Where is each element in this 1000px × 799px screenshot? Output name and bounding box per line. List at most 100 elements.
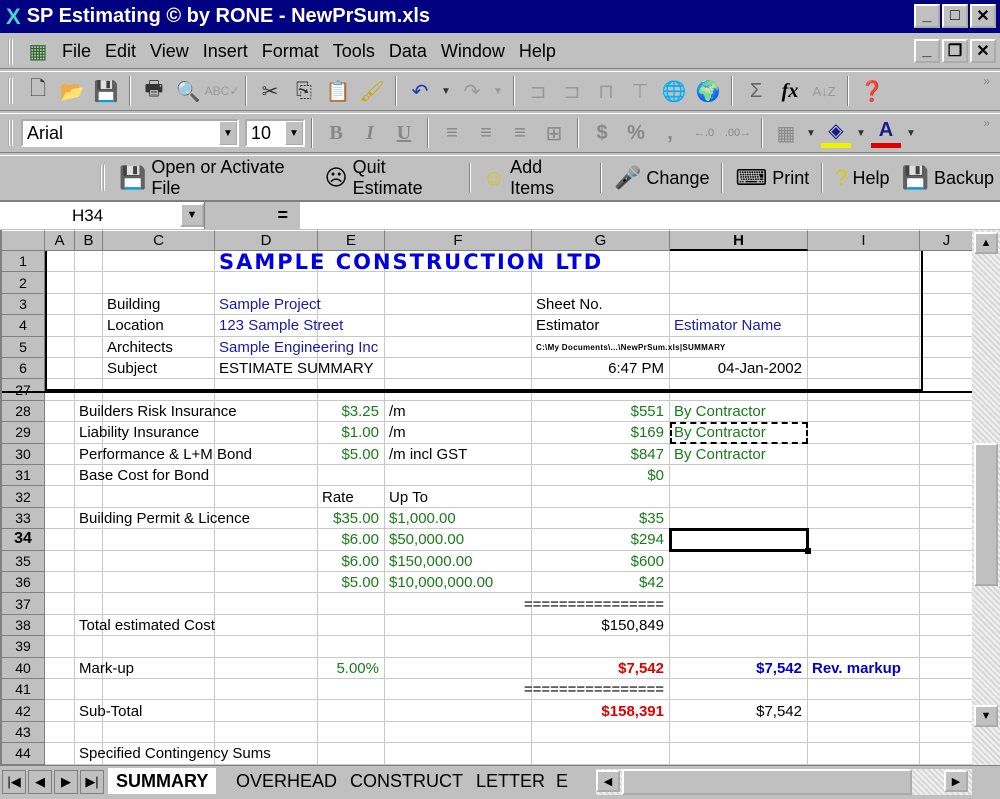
time-value[interactable]: 6:47 PM [532,358,670,379]
trace-error-icon[interactable]: ⊤ [625,76,655,106]
column-header-c[interactable]: C [103,230,215,251]
next-sheet-button[interactable]: ▶ [54,770,78,794]
rate-header[interactable]: Rate [318,486,385,507]
row-header-2[interactable]: 2 [2,272,45,294]
row42-label[interactable]: Sub-Total [75,700,318,721]
column-header-b[interactable]: B [75,230,103,251]
comma-button[interactable]: , [655,118,685,148]
underline-button[interactable]: U [389,118,419,148]
row34-rate[interactable]: $6.00 [318,529,385,550]
function-icon[interactable]: fx [775,76,805,106]
row33-rate[interactable]: $35.00 [318,508,385,529]
row-header-1[interactable]: 1 [2,251,45,273]
hyperlink-icon[interactable]: 🌐 [659,76,689,106]
formula-input[interactable] [300,202,1000,229]
paste-icon[interactable]: 📋 [323,76,353,106]
chevron-down-icon[interactable]: ▼ [180,203,204,227]
row42-h-amount[interactable]: $7,542 [670,700,808,721]
scroll-left-button[interactable]: ◀ [596,770,620,792]
merge-center-icon[interactable]: ⊞ [539,118,569,148]
row29-label[interactable]: Liability Insurance [75,422,318,443]
row38-label[interactable]: Total estimated Cost [75,615,318,636]
row-header-33[interactable]: 33 [2,507,45,530]
spreadsheet-grid[interactable]: A B C D E F G H I J 1 2 3 4 5 6 27 28 29 30 31 32 33 34 35 36 37 38… [0,230,972,765]
row44-label[interactable]: Specified Contingency Sums [75,743,318,764]
doc-minimize-button[interactable]: _ [914,39,940,63]
copy-icon[interactable]: ⎘ [289,76,319,106]
row28-unit[interactable]: /m [385,401,532,422]
increase-decimal-icon[interactable]: ←.0 [689,118,719,148]
tab-letter[interactable]: LETTER [468,768,553,794]
row-header-28[interactable]: 28 [2,400,45,423]
backup-button[interactable]: 💾 Backup [902,165,994,191]
percent-button[interactable]: % [621,118,651,148]
row38-amount[interactable]: $150,849 [532,615,670,636]
spelling-icon[interactable]: ABC✓ [205,76,240,106]
chevron-down-icon[interactable]: ▼ [805,118,817,148]
vertical-scroll-thumb[interactable] [974,443,998,586]
row30-rate[interactable]: $5.00 [318,444,385,465]
subject-label[interactable]: Subject [103,358,215,379]
toolbar-grip[interactable] [8,38,13,65]
row40-amount[interactable]: $7,542 [532,658,670,679]
menu-tools[interactable]: Tools [333,41,375,62]
autosum-icon[interactable]: Σ [741,76,771,106]
scroll-right-button[interactable]: ▶ [944,770,968,792]
row-header-4[interactable]: 4 [2,315,45,337]
rev-markup-label[interactable]: Rev. markup [808,658,920,679]
row-header-34[interactable]: 34 [2,529,45,551]
menu-window[interactable]: Window [441,41,505,62]
row-header-29[interactable]: 29 [2,422,45,444]
menu-format[interactable]: Format [262,41,319,62]
row-header-30[interactable]: 30 [2,443,45,465]
horizontal-scrollbar[interactable]: ◀ ▶ [596,769,972,795]
new-icon[interactable]: 🗋 [23,76,53,106]
add-items-button[interactable]: ☺ Add Items [483,157,588,199]
date-value[interactable]: 04-Jan-2002 [670,358,808,379]
workbook-icon[interactable]: ▦ [23,37,53,67]
row-header-40[interactable]: 40 [2,657,45,679]
more-buttons-icon[interactable]: » [983,116,990,130]
architects-label[interactable]: Architects [103,337,215,358]
architects-value[interactable]: Sample Engineering Inc [215,337,385,358]
row35-upto[interactable]: $150,000.00 [385,551,532,572]
menu-edit[interactable]: Edit [105,41,136,62]
sort-ascending-icon[interactable]: A↓Z [809,76,839,106]
file-path[interactable]: C:\My Documents\...\NewPrSum.xls|SUMMARY [532,337,808,358]
row30-note[interactable]: By Contractor [670,444,808,465]
tab-overhead[interactable]: OVERHEAD [228,768,345,794]
undo-icon[interactable]: ↶ [405,76,435,106]
row28-label[interactable]: Builders Risk Insurance [75,401,318,422]
row36-rate[interactable]: $5.00 [318,572,385,593]
trace-dependents-icon[interactable]: ⊐ [557,76,587,106]
row29-rate[interactable]: $1.00 [318,422,385,443]
active-cell-h34[interactable] [669,528,811,554]
name-box[interactable]: H34 ▼ [0,202,205,229]
italic-button[interactable]: I [355,118,385,148]
column-header-g[interactable]: G [532,230,670,251]
align-right-icon[interactable]: ≡ [505,118,535,148]
row28-rate[interactable]: $3.25 [318,401,385,422]
upto-header[interactable]: Up To [385,486,532,507]
row30-label[interactable]: Performance & L+M Bond [75,444,318,465]
row-header-42[interactable]: 42 [2,700,45,722]
column-header-e[interactable]: E [318,230,385,251]
maximize-button[interactable]: □ [942,4,968,28]
row34-upto[interactable]: $50,000.00 [385,529,532,550]
row-header-35[interactable]: 35 [2,550,45,572]
minimize-button[interactable]: _ [914,4,940,28]
row33-label[interactable]: Building Permit & Licence [75,508,318,529]
font-size-select[interactable]: 10 ▼ [245,119,305,147]
quit-estimate-button[interactable]: ☹ Quit Estimate [325,157,457,199]
row31-amount[interactable]: $0 [532,465,670,486]
select-all-corner[interactable] [2,230,45,251]
first-sheet-button[interactable]: |◀ [2,770,26,794]
scroll-up-button[interactable]: ▲ [974,232,998,254]
open-icon[interactable]: 📂 [57,76,87,106]
row42-amount[interactable]: $158,391 [532,700,670,721]
tab-construct[interactable]: CONSTRUCT [342,768,471,794]
row37-divider[interactable]: ================ [524,593,670,614]
row-header-5[interactable]: 5 [2,336,45,358]
menu-view[interactable]: View [150,41,189,62]
row29-unit[interactable]: /m [385,422,532,443]
